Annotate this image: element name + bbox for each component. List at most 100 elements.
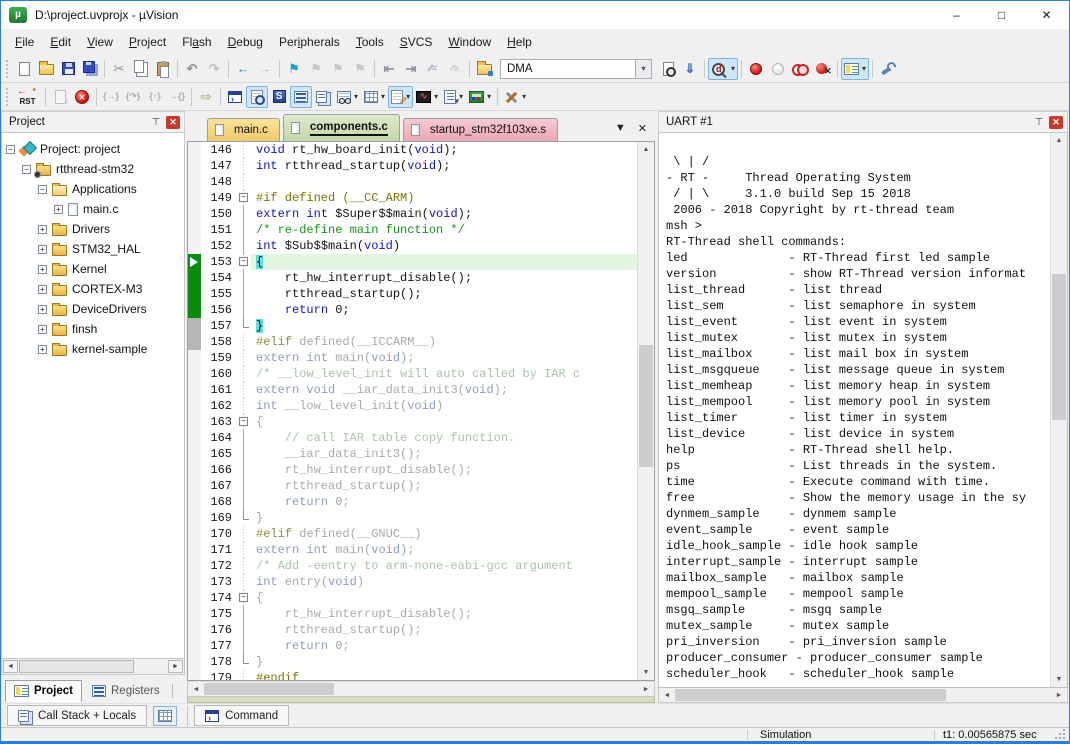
symbol-window-icon[interactable]: S	[268, 86, 290, 108]
uart-horizontal-scrollbar[interactable]: ◄ ►	[658, 688, 1068, 703]
stop-icon[interactable]: ✕	[71, 86, 93, 108]
tree-item-kernel-sample[interactable]: +kernel-sample	[2, 339, 184, 359]
gutter-margin[interactable]	[188, 254, 201, 270]
nav-forward-icon[interactable]: →	[254, 58, 276, 80]
menu-help[interactable]: Help	[499, 29, 540, 55]
gutter-margin[interactable]	[188, 318, 201, 334]
menu-svcs[interactable]: SVCS	[392, 29, 441, 55]
bookmark-prev-icon[interactable]: ⚑	[305, 58, 327, 80]
toolbox-icon[interactable]: ▾	[466, 86, 494, 108]
tab-registers[interactable]: Registers	[84, 680, 168, 702]
tree-item-project-project[interactable]: −Project: project	[2, 139, 184, 159]
gutter-margin[interactable]	[188, 398, 201, 414]
dropdown-arrow-icon[interactable]: ▾	[381, 92, 385, 101]
gutter-margin[interactable]	[188, 158, 201, 174]
editor-tab-startup-stm32f103xe-s[interactable]: startup_stm32f103xe.s	[403, 118, 558, 141]
gutter-margin[interactable]	[188, 574, 201, 590]
gutter-margin[interactable]	[188, 222, 201, 238]
gutter-margin[interactable]	[188, 622, 201, 638]
system-viewer-icon[interactable]: ▾	[441, 86, 466, 108]
gutter-margin[interactable]	[188, 302, 201, 318]
gutter-margin[interactable]	[188, 366, 201, 382]
bookmark-clear-icon[interactable]: ⚑	[349, 58, 371, 80]
tree-expander-icon[interactable]: +	[38, 245, 47, 254]
fold-collapse-icon[interactable]: −	[239, 593, 248, 602]
debug-tools-icon[interactable]: ▾	[501, 86, 529, 108]
memory-window-icon[interactable]: ▾	[361, 86, 388, 108]
close-button[interactable]: ✕	[1024, 1, 1069, 29]
tree-expander-icon[interactable]: +	[38, 265, 47, 274]
gutter-margin[interactable]	[188, 446, 201, 462]
scroll-left-icon[interactable]: ◄	[188, 686, 204, 693]
scrollbar-thumb[interactable]	[639, 345, 653, 467]
gutter-margin[interactable]	[188, 142, 201, 158]
open-file-icon[interactable]	[35, 58, 57, 80]
tree-expander-icon[interactable]: +	[38, 285, 47, 294]
gutter-margin[interactable]	[188, 350, 201, 366]
dropdown-arrow-icon[interactable]: ▾	[434, 92, 438, 101]
tree-item-drivers[interactable]: +Drivers	[2, 219, 184, 239]
options-folder-icon[interactable]	[473, 58, 495, 80]
tree-expander-icon[interactable]: +	[38, 325, 47, 334]
tree-expander-icon[interactable]: −	[22, 165, 31, 174]
unindent-icon[interactable]: ⇤	[378, 58, 400, 80]
tree-expander-icon[interactable]: −	[38, 185, 47, 194]
dropdown-arrow-icon[interactable]: ▾	[731, 64, 735, 73]
gutter-margin[interactable]	[188, 190, 201, 206]
gutter-margin[interactable]	[188, 638, 201, 654]
scrollbar-thumb[interactable]	[1052, 274, 1066, 421]
run-icon[interactable]	[49, 86, 71, 108]
gutter-margin[interactable]	[188, 510, 201, 526]
find-next-icon[interactable]: ⇓	[679, 58, 701, 80]
cut-icon[interactable]: ✂	[108, 58, 130, 80]
breakpoint-kill-all-icon[interactable]	[812, 58, 834, 80]
gutter-margin[interactable]	[188, 334, 201, 350]
scrollbar-thumb[interactable]	[19, 660, 134, 673]
serial-window-icon[interactable]: ▾	[388, 86, 413, 108]
tree-item-rtthread-stm32[interactable]: −rtthread-stm32	[2, 159, 184, 179]
tree-item-main-c[interactable]: +main.c	[2, 199, 184, 219]
tab-call-stack-locals[interactable]: Call Stack + Locals	[7, 705, 147, 726]
menu-project[interactable]: Project	[121, 29, 174, 55]
dropdown-arrow-icon[interactable]: ▾	[522, 92, 526, 101]
gutter-margin[interactable]	[188, 494, 201, 510]
uart-console[interactable]: \ | /- RT - Thread Operating System / | …	[658, 133, 1068, 688]
close-icon[interactable]: ✕	[1049, 116, 1063, 129]
step-icon[interactable]: {→}	[100, 86, 122, 108]
gutter-margin[interactable]	[188, 478, 201, 494]
gutter-margin[interactable]	[188, 558, 201, 574]
scroll-right-icon[interactable]: ►	[1051, 692, 1067, 699]
minimize-button[interactable]: –	[934, 1, 979, 29]
tree-item-kernel[interactable]: +Kernel	[2, 259, 184, 279]
editor-vertical-scrollbar[interactable]: ▲ ▼	[637, 142, 654, 680]
tree-expander-icon[interactable]: +	[38, 345, 47, 354]
disassembly-window-icon[interactable]	[246, 86, 268, 108]
tree-item-devicedrivers[interactable]: +DeviceDrivers	[2, 299, 184, 319]
project-horizontal-scrollbar[interactable]: ◄ ►	[1, 659, 185, 675]
gutter-margin[interactable]	[188, 174, 201, 190]
scroll-up-icon[interactable]: ▲	[638, 142, 654, 157]
scroll-right-icon[interactable]: ►	[168, 660, 183, 673]
editor-tab-main-c[interactable]: main.c	[207, 118, 280, 141]
combobox-dropdown-icon[interactable]: ▾	[635, 60, 651, 78]
incremental-find-icon[interactable]: d▾	[708, 58, 738, 80]
memory-window-button[interactable]	[153, 706, 177, 726]
menu-tools[interactable]: Tools	[348, 29, 392, 55]
callstack-window-icon[interactable]	[312, 86, 334, 108]
tab-list-dropdown-icon[interactable]: ▼	[615, 122, 626, 135]
dropdown-arrow-icon[interactable]: ▾	[354, 92, 358, 101]
maximize-button[interactable]: □	[979, 1, 1024, 29]
fold-collapse-icon[interactable]: −	[239, 193, 248, 202]
tree-expander-icon[interactable]: +	[54, 205, 63, 214]
step-over-icon[interactable]: {↷}	[122, 86, 144, 108]
gutter-margin[interactable]	[188, 670, 201, 680]
scrollbar-thumb[interactable]	[675, 689, 946, 701]
scroll-left-icon[interactable]: ◄	[659, 692, 675, 699]
scroll-left-icon[interactable]: ◄	[3, 660, 18, 673]
breakpoint-insert-icon[interactable]	[745, 58, 767, 80]
gutter-margin[interactable]	[188, 606, 201, 622]
gutter-margin[interactable]	[188, 462, 201, 478]
redo-icon[interactable]: ↷	[203, 58, 225, 80]
dropdown-arrow-icon[interactable]: ▾	[862, 64, 866, 73]
close-icon[interactable]: ✕	[166, 116, 180, 129]
